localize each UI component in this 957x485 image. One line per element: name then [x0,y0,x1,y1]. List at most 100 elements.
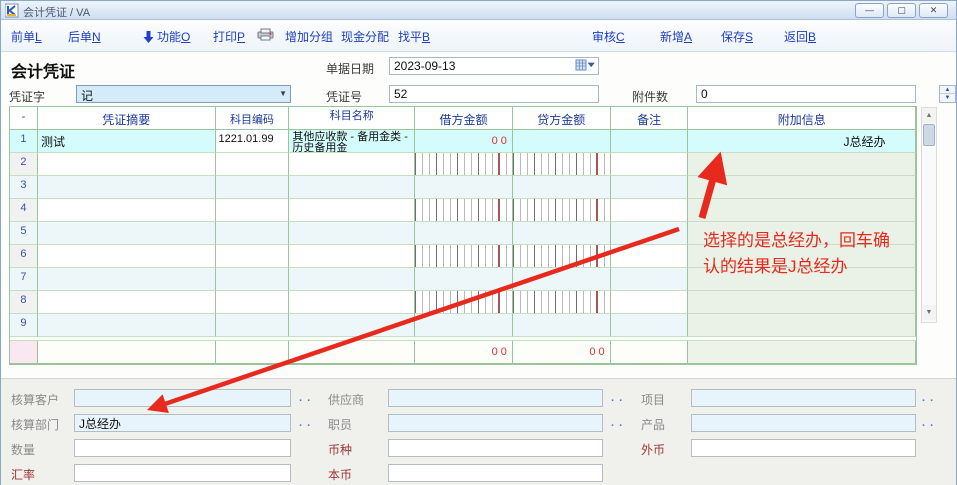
grid-cell-name[interactable] [289,222,415,245]
project-field-lookup-button[interactable]: . . [922,392,934,404]
printer-icon-button[interactable] [257,28,277,42]
customer-field[interactable] [74,389,291,407]
grid-cell-credit[interactable] [513,130,611,153]
audit-button[interactable]: 审核C [592,28,625,45]
date-input[interactable]: 2023-09-13 [389,57,599,75]
product-field-lookup-button[interactable]: . . [922,417,934,429]
grid-cell-extra[interactable] [688,291,915,314]
grid-cell-credit[interactable] [513,176,611,199]
scrollbar-down-icon[interactable]: ▼ [922,305,936,320]
grid-cell-credit[interactable] [513,268,611,291]
grid-cell-name[interactable] [289,341,415,364]
add-group-button[interactable]: 增加分组 [285,28,333,45]
exchange-rate-field[interactable] [74,464,291,482]
grid-cell-debit[interactable]: 00 [415,130,513,153]
grid-cell-code[interactable] [216,222,290,245]
grid-cell-summary[interactable] [38,222,216,245]
combo-arrow-icon[interactable]: ▼ [279,89,287,98]
grid-cell-note[interactable] [611,176,689,199]
grid-cell-note[interactable] [611,199,689,222]
close-icon[interactable]: ✕ [919,3,948,18]
attachments-stepper[interactable]: ▲ ▼ [939,85,956,103]
grid-cell-debit[interactable] [415,222,513,245]
grid-cell-code[interactable] [216,199,290,222]
grid-cell-extra[interactable] [688,176,915,199]
grid-cell-note[interactable] [611,222,689,245]
grid-cell-note[interactable] [611,291,689,314]
grid-cell-note[interactable] [611,341,689,364]
prev-doc-button[interactable]: 前单L [11,28,42,45]
scrollbar-up-icon[interactable]: ▲ [922,108,936,123]
grid-cell-code[interactable] [216,245,290,268]
grid-cell-summary[interactable] [38,176,216,199]
spinner-up-icon[interactable]: ▲ [940,86,955,94]
grid-cell-name[interactable]: 其他应收款 - 备用金类 - 历史备用金 [289,130,415,153]
grid-cell-name[interactable] [289,199,415,222]
save-button[interactable]: 保存S [721,28,753,45]
calendar-dropdown-icon[interactable] [573,59,597,73]
grid-cell-summary[interactable] [38,341,216,364]
balance-button[interactable]: 找平B [398,28,430,45]
grid-cell-credit[interactable]: 00 [513,341,611,364]
grid-cell-note[interactable] [611,245,689,268]
grid-cell-note[interactable] [611,314,689,337]
grid-cell-summary[interactable]: 测试 [38,130,216,153]
attachments-input[interactable] [696,85,916,103]
grid-cell-debit[interactable] [415,153,513,176]
functions-button[interactable]: 功能O [143,28,190,45]
scrollbar-thumb[interactable] [923,124,935,146]
grid-cell-code[interactable] [216,314,290,337]
grid-cell-name[interactable] [289,245,415,268]
grid-cell-code[interactable] [216,153,290,176]
grid-cell-credit[interactable] [513,245,611,268]
supplier-field-lookup-button[interactable]: . . [611,392,623,404]
spinner-down-icon[interactable]: ▼ [940,94,955,102]
voucher-word-combo[interactable]: 记 ▼ [76,85,291,103]
grid-cell-debit[interactable] [415,314,513,337]
grid-cell-extra[interactable] [688,341,915,364]
grid-cell-name[interactable] [289,314,415,337]
grid-cell-debit[interactable]: 00 [415,341,513,364]
grid-cell-code[interactable] [216,341,290,364]
grid-cell-extra[interactable] [688,199,915,222]
grid-cell-summary[interactable] [38,314,216,337]
maximize-icon[interactable]: ▢ [887,3,916,18]
grid-cell-summary[interactable] [38,245,216,268]
product-field[interactable] [691,414,916,432]
cash-allocate-button[interactable]: 现金分配 [341,28,389,45]
department-field[interactable] [74,414,291,432]
customer-field-lookup-button[interactable]: . . [299,392,311,404]
grid-cell-code[interactable] [216,268,290,291]
print-button[interactable]: 打印P [213,28,245,45]
grid-cell-credit[interactable] [513,314,611,337]
grid-cell-code[interactable]: 1221.01.99 [216,130,290,153]
grid-cell-code[interactable] [216,291,290,314]
grid-cell-extra[interactable] [688,314,915,337]
grid-cell-summary[interactable] [38,268,216,291]
grid-cell-credit[interactable] [513,153,611,176]
grid-cell-extra[interactable]: J总经办 [688,130,915,153]
grid-cell-name[interactable] [289,176,415,199]
voucher-no-input[interactable] [389,85,599,103]
grid-cell-debit[interactable] [415,268,513,291]
new-button[interactable]: 新增A [660,28,692,45]
project-field[interactable] [691,389,916,407]
grid-cell-note[interactable] [611,130,689,153]
grid-cell-summary[interactable] [38,199,216,222]
grid-cell-name[interactable] [289,268,415,291]
foreign-currency-field[interactable] [691,439,916,457]
currency-field[interactable] [388,439,603,457]
supplier-field[interactable] [388,389,603,407]
minimize-icon[interactable]: — [855,3,884,18]
quantity-field[interactable] [74,439,291,457]
employee-field-lookup-button[interactable]: . . [611,417,623,429]
grid-cell-name[interactable] [289,291,415,314]
grid-cell-debit[interactable] [415,291,513,314]
grid-cell-debit[interactable] [415,199,513,222]
grid-cell-credit[interactable] [513,291,611,314]
base-currency-field[interactable] [388,464,603,482]
employee-field[interactable] [388,414,603,432]
grid-cell-credit[interactable] [513,199,611,222]
grid-cell-extra[interactable] [688,153,915,176]
grid-cell-summary[interactable] [38,291,216,314]
